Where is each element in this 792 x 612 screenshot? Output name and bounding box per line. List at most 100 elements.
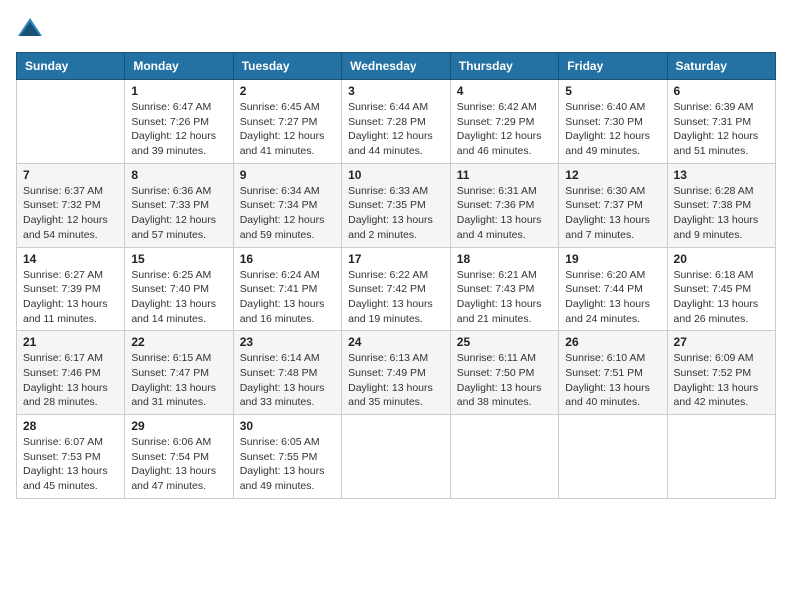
day-number: 14: [23, 252, 118, 266]
calendar-cell: 4 Sunrise: 6:42 AM Sunset: 7:29 PM Daylig…: [450, 80, 558, 164]
calendar-cell: [450, 415, 558, 499]
calendar-cell: 17 Sunrise: 6:22 AM Sunset: 7:42 PM Dayli…: [342, 247, 451, 331]
day-number: 1: [131, 84, 226, 98]
calendar-cell: 3 Sunrise: 6:44 AM Sunset: 7:28 PM Daylig…: [342, 80, 451, 164]
day-info: Sunrise: 6:24 AM Sunset: 7:41 PM Dayligh…: [240, 268, 335, 327]
day-number: 13: [674, 168, 769, 182]
day-info: Sunrise: 6:42 AM Sunset: 7:29 PM Dayligh…: [457, 100, 552, 159]
calendar-week-row: 21 Sunrise: 6:17 AM Sunset: 7:46 PM Dayli…: [17, 331, 776, 415]
calendar-cell: [17, 80, 125, 164]
day-number: 11: [457, 168, 552, 182]
day-number: 4: [457, 84, 552, 98]
day-number: 7: [23, 168, 118, 182]
calendar-cell: 28 Sunrise: 6:07 AM Sunset: 7:53 PM Dayli…: [17, 415, 125, 499]
column-header-friday: Friday: [559, 53, 667, 80]
calendar-header-row: SundayMondayTuesdayWednesdayThursdayFrid…: [17, 53, 776, 80]
calendar-cell: 2 Sunrise: 6:45 AM Sunset: 7:27 PM Daylig…: [233, 80, 341, 164]
day-info: Sunrise: 6:33 AM Sunset: 7:35 PM Dayligh…: [348, 184, 444, 243]
day-number: 5: [565, 84, 660, 98]
day-number: 20: [674, 252, 769, 266]
day-number: 24: [348, 335, 444, 349]
day-info: Sunrise: 6:18 AM Sunset: 7:45 PM Dayligh…: [674, 268, 769, 327]
day-number: 28: [23, 419, 118, 433]
day-number: 18: [457, 252, 552, 266]
day-number: 3: [348, 84, 444, 98]
calendar-cell: 25Sunrise: 6:11 AM Sunset: 7:50 PM Dayli…: [450, 331, 558, 415]
day-info: Sunrise: 6:31 AM Sunset: 7:36 PM Dayligh…: [457, 184, 552, 243]
day-info: Sunrise: 6:28 AM Sunset: 7:38 PM Dayligh…: [674, 184, 769, 243]
calendar-cell: 30 Sunrise: 6:05 AM Sunset: 7:55 PM Dayli…: [233, 415, 341, 499]
day-info: Sunrise: 6:14 AM Sunset: 7:48 PM Dayligh…: [240, 351, 335, 410]
calendar-cell: 1Sunrise: 6:47 AM Sunset: 7:26 PM Daylig…: [125, 80, 233, 164]
day-number: 19: [565, 252, 660, 266]
calendar-cell: 15Sunrise: 6:25 AM Sunset: 7:40 PM Dayli…: [125, 247, 233, 331]
day-info: Sunrise: 6:25 AM Sunset: 7:40 PM Dayligh…: [131, 268, 226, 327]
day-info: Sunrise: 6:07 AM Sunset: 7:53 PM Dayligh…: [23, 435, 118, 494]
day-info: Sunrise: 6:10 AM Sunset: 7:51 PM Dayligh…: [565, 351, 660, 410]
calendar-cell: 10 Sunrise: 6:33 AM Sunset: 7:35 PM Dayli…: [342, 163, 451, 247]
column-header-monday: Monday: [125, 53, 233, 80]
column-header-thursday: Thursday: [450, 53, 558, 80]
calendar-week-row: 7 Sunrise: 6:37 AM Sunset: 7:32 PM Daylig…: [17, 163, 776, 247]
column-header-wednesday: Wednesday: [342, 53, 451, 80]
day-number: 22: [131, 335, 226, 349]
day-number: 16: [240, 252, 335, 266]
day-number: 27: [674, 335, 769, 349]
calendar-cell: 29 Sunrise: 6:06 AM Sunset: 7:54 PM Dayli…: [125, 415, 233, 499]
calendar-cell: 12 Sunrise: 6:30 AM Sunset: 7:37 PM Dayli…: [559, 163, 667, 247]
logo: [16, 16, 48, 40]
calendar-cell: 21 Sunrise: 6:17 AM Sunset: 7:46 PM Dayli…: [17, 331, 125, 415]
calendar-week-row: 28 Sunrise: 6:07 AM Sunset: 7:53 PM Dayli…: [17, 415, 776, 499]
day-number: 17: [348, 252, 444, 266]
day-number: 26: [565, 335, 660, 349]
day-info: Sunrise: 6:06 AM Sunset: 7:54 PM Dayligh…: [131, 435, 226, 494]
day-info: Sunrise: 6:45 AM Sunset: 7:27 PM Dayligh…: [240, 100, 335, 159]
day-number: 23: [240, 335, 335, 349]
day-info: Sunrise: 6:05 AM Sunset: 7:55 PM Dayligh…: [240, 435, 335, 494]
day-info: Sunrise: 6:36 AM Sunset: 7:33 PM Dayligh…: [131, 184, 226, 243]
column-header-tuesday: Tuesday: [233, 53, 341, 80]
day-info: Sunrise: 6:11 AM Sunset: 7:50 PM Dayligh…: [457, 351, 552, 410]
day-number: 12: [565, 168, 660, 182]
calendar-cell: 14 Sunrise: 6:27 AM Sunset: 7:39 PM Dayli…: [17, 247, 125, 331]
calendar-cell: 18 Sunrise: 6:21 AM Sunset: 7:43 PM Dayli…: [450, 247, 558, 331]
logo-icon: [16, 16, 44, 40]
day-info: Sunrise: 6:27 AM Sunset: 7:39 PM Dayligh…: [23, 268, 118, 327]
calendar-cell: 23 Sunrise: 6:14 AM Sunset: 7:48 PM Dayli…: [233, 331, 341, 415]
calendar-cell: [342, 415, 451, 499]
day-number: 10: [348, 168, 444, 182]
calendar-week-row: 14 Sunrise: 6:27 AM Sunset: 7:39 PM Dayli…: [17, 247, 776, 331]
calendar-cell: 6 Sunrise: 6:39 AM Sunset: 7:31 PM Daylig…: [667, 80, 775, 164]
calendar-week-row: 1Sunrise: 6:47 AM Sunset: 7:26 PM Daylig…: [17, 80, 776, 164]
column-header-saturday: Saturday: [667, 53, 775, 80]
day-info: Sunrise: 6:22 AM Sunset: 7:42 PM Dayligh…: [348, 268, 444, 327]
calendar-cell: [559, 415, 667, 499]
calendar-cell: 8 Sunrise: 6:36 AM Sunset: 7:33 PM Daylig…: [125, 163, 233, 247]
day-info: Sunrise: 6:21 AM Sunset: 7:43 PM Dayligh…: [457, 268, 552, 327]
calendar-cell: [667, 415, 775, 499]
day-number: 2: [240, 84, 335, 98]
day-number: 8: [131, 168, 226, 182]
calendar-cell: 11 Sunrise: 6:31 AM Sunset: 7:36 PM Dayli…: [450, 163, 558, 247]
day-number: 21: [23, 335, 118, 349]
day-info: Sunrise: 6:09 AM Sunset: 7:52 PM Dayligh…: [674, 351, 769, 410]
calendar-cell: 16 Sunrise: 6:24 AM Sunset: 7:41 PM Dayli…: [233, 247, 341, 331]
calendar-cell: 9Sunrise: 6:34 AM Sunset: 7:34 PM Daylig…: [233, 163, 341, 247]
day-info: Sunrise: 6:13 AM Sunset: 7:49 PM Dayligh…: [348, 351, 444, 410]
day-info: Sunrise: 6:15 AM Sunset: 7:47 PM Dayligh…: [131, 351, 226, 410]
day-info: Sunrise: 6:39 AM Sunset: 7:31 PM Dayligh…: [674, 100, 769, 159]
day-info: Sunrise: 6:40 AM Sunset: 7:30 PM Dayligh…: [565, 100, 660, 159]
calendar-cell: 13 Sunrise: 6:28 AM Sunset: 7:38 PM Dayli…: [667, 163, 775, 247]
day-info: Sunrise: 6:44 AM Sunset: 7:28 PM Dayligh…: [348, 100, 444, 159]
day-number: 30: [240, 419, 335, 433]
day-info: Sunrise: 6:30 AM Sunset: 7:37 PM Dayligh…: [565, 184, 660, 243]
calendar-cell: 7 Sunrise: 6:37 AM Sunset: 7:32 PM Daylig…: [17, 163, 125, 247]
calendar-cell: 26 Sunrise: 6:10 AM Sunset: 7:51 PM Dayli…: [559, 331, 667, 415]
calendar-cell: 22 Sunrise: 6:15 AM Sunset: 7:47 PM Dayli…: [125, 331, 233, 415]
column-header-sunday: Sunday: [17, 53, 125, 80]
calendar-table: SundayMondayTuesdayWednesdayThursdayFrid…: [16, 52, 776, 499]
day-info: Sunrise: 6:37 AM Sunset: 7:32 PM Dayligh…: [23, 184, 118, 243]
day-info: Sunrise: 6:17 AM Sunset: 7:46 PM Dayligh…: [23, 351, 118, 410]
day-number: 6: [674, 84, 769, 98]
day-number: 29: [131, 419, 226, 433]
